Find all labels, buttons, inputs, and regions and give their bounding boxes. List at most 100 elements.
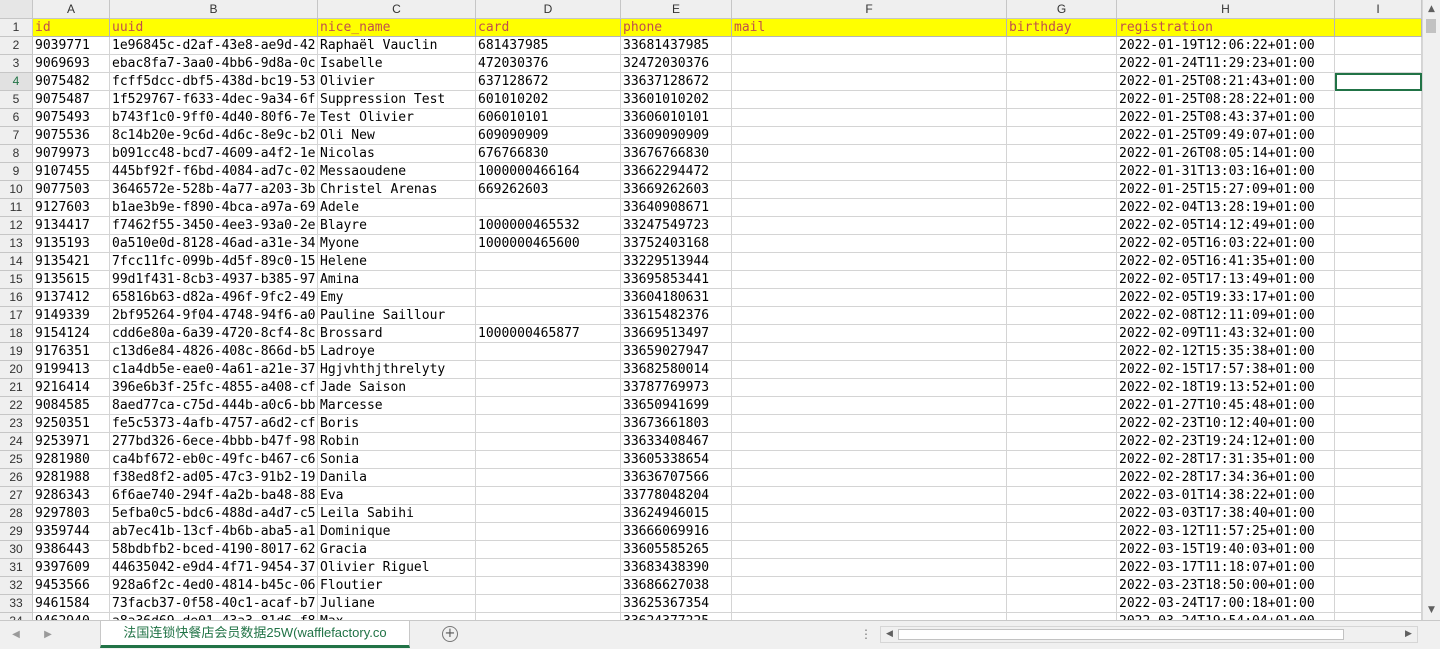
table-cell[interactable]: Raphaël Vauclin	[318, 37, 476, 55]
table-cell[interactable]	[1007, 181, 1117, 199]
table-cell[interactable]: 1000000465600	[476, 235, 621, 253]
table-cell[interactable]: 33637128672	[621, 73, 732, 91]
table-cell[interactable]: 33633408467	[621, 433, 732, 451]
table-cell[interactable]	[1007, 37, 1117, 55]
table-cell[interactable]: Olivier Riguel	[318, 559, 476, 577]
table-cell[interactable]: 33787769973	[621, 379, 732, 397]
table-cell[interactable]: 9453566	[33, 577, 110, 595]
table-cell[interactable]	[1335, 235, 1422, 253]
table-cell[interactable]	[1335, 271, 1422, 289]
row-number[interactable]: 13	[0, 235, 33, 253]
table-cell[interactable]	[1007, 595, 1117, 613]
table-cell[interactable]	[1007, 505, 1117, 523]
table-cell[interactable]: Adele	[318, 199, 476, 217]
row-number[interactable]: 33	[0, 595, 33, 613]
table-cell[interactable]	[1335, 541, 1422, 559]
table-cell[interactable]: a8a36d69-de01-43a3-81d6-f8	[110, 613, 318, 620]
row-number[interactable]: 18	[0, 325, 33, 343]
table-cell[interactable]: 2022-02-05T16:03:22+01:00	[1117, 235, 1335, 253]
table-cell[interactable]	[732, 343, 1007, 361]
field-header-f[interactable]: mail	[732, 19, 1007, 37]
table-cell[interactable]	[1335, 487, 1422, 505]
row-number[interactable]: 31	[0, 559, 33, 577]
table-cell[interactable]: 3646572e-528b-4a77-a203-3b	[110, 181, 318, 199]
table-cell[interactable]: 8c14b20e-9c6d-4d6c-8e9c-b2	[110, 127, 318, 145]
table-cell[interactable]	[1335, 523, 1422, 541]
table-cell[interactable]: 9250351	[33, 415, 110, 433]
table-cell[interactable]: 9137412	[33, 289, 110, 307]
table-cell[interactable]	[1335, 199, 1422, 217]
table-cell[interactable]: 2022-02-28T17:34:36+01:00	[1117, 469, 1335, 487]
table-cell[interactable]	[476, 469, 621, 487]
column-header-d[interactable]: D	[476, 0, 621, 19]
table-cell[interactable]: 2022-03-01T14:38:22+01:00	[1117, 487, 1335, 505]
table-cell[interactable]	[1335, 91, 1422, 109]
table-cell[interactable]	[1335, 505, 1422, 523]
table-cell[interactable]: 9397609	[33, 559, 110, 577]
row-number[interactable]: 22	[0, 397, 33, 415]
table-cell[interactable]: 601010202	[476, 91, 621, 109]
table-cell[interactable]	[476, 541, 621, 559]
table-cell[interactable]	[476, 307, 621, 325]
table-cell[interactable]	[1007, 577, 1117, 595]
table-cell[interactable]: 33601010202	[621, 91, 732, 109]
table-cell[interactable]: fcff5dcc-dbf5-438d-bc19-53	[110, 73, 318, 91]
table-cell[interactable]	[1007, 127, 1117, 145]
table-cell[interactable]: 9154124	[33, 325, 110, 343]
table-cell[interactable]: Nicolas	[318, 145, 476, 163]
table-cell[interactable]: 33681437985	[621, 37, 732, 55]
table-cell[interactable]	[1335, 73, 1422, 91]
table-cell[interactable]: 33624377225	[621, 613, 732, 620]
sheet-tab-active[interactable]: 法国连锁快餐店会员数据25W(wafflefactory.co	[100, 621, 410, 648]
table-cell[interactable]: c13d6e84-4826-408c-866d-b5	[110, 343, 318, 361]
table-cell[interactable]: Blayre	[318, 217, 476, 235]
table-cell[interactable]: 669262603	[476, 181, 621, 199]
table-cell[interactable]	[732, 613, 1007, 620]
table-cell[interactable]	[732, 91, 1007, 109]
table-cell[interactable]: Oli New	[318, 127, 476, 145]
table-cell[interactable]: 1e96845c-d2af-43e8-ae9d-42	[110, 37, 318, 55]
field-header-c[interactable]: nice_name	[318, 19, 476, 37]
table-cell[interactable]	[732, 55, 1007, 73]
table-cell[interactable]: 9176351	[33, 343, 110, 361]
table-cell[interactable]: 9286343	[33, 487, 110, 505]
table-cell[interactable]: 2022-01-25T08:43:37+01:00	[1117, 109, 1335, 127]
column-header-c[interactable]: C	[318, 0, 476, 19]
table-cell[interactable]	[1335, 433, 1422, 451]
table-cell[interactable]	[1335, 181, 1422, 199]
table-cell[interactable]	[476, 577, 621, 595]
table-cell[interactable]: ebac8fa7-3aa0-4bb6-9d8a-0c	[110, 55, 318, 73]
table-cell[interactable]: 445bf92f-f6bd-4084-ad7c-02	[110, 163, 318, 181]
table-cell[interactable]: 2022-01-25T08:21:43+01:00	[1117, 73, 1335, 91]
table-cell[interactable]	[1007, 55, 1117, 73]
table-cell[interactable]	[1335, 559, 1422, 577]
table-cell[interactable]	[732, 541, 1007, 559]
table-cell[interactable]	[476, 199, 621, 217]
row-number[interactable]: 20	[0, 361, 33, 379]
table-cell[interactable]	[1007, 451, 1117, 469]
table-cell[interactable]: 676766830	[476, 145, 621, 163]
table-cell[interactable]: 33605338654	[621, 451, 732, 469]
table-cell[interactable]: 9069693	[33, 55, 110, 73]
row-number[interactable]: 7	[0, 127, 33, 145]
table-cell[interactable]: 9199413	[33, 361, 110, 379]
row-number[interactable]: 3	[0, 55, 33, 73]
table-cell[interactable]: 9075482	[33, 73, 110, 91]
table-cell[interactable]: Floutier	[318, 577, 476, 595]
table-cell[interactable]: Amina	[318, 271, 476, 289]
table-cell[interactable]	[1335, 415, 1422, 433]
column-header-g[interactable]: G	[1007, 0, 1117, 19]
table-cell[interactable]	[1335, 289, 1422, 307]
table-cell[interactable]	[1335, 451, 1422, 469]
table-cell[interactable]	[1007, 523, 1117, 541]
table-cell[interactable]	[1335, 307, 1422, 325]
table-cell[interactable]: 44635042-e9d4-4f71-9454-37	[110, 559, 318, 577]
table-cell[interactable]: 9079973	[33, 145, 110, 163]
scroll-right-arrow-icon[interactable]: ▶	[1401, 627, 1416, 642]
table-cell[interactable]: 1f529767-f633-4dec-9a34-6f	[110, 91, 318, 109]
table-cell[interactable]: 2022-02-18T19:13:52+01:00	[1117, 379, 1335, 397]
table-cell[interactable]: 73facb37-0f58-40c1-acaf-b7	[110, 595, 318, 613]
table-cell[interactable]: 33686627038	[621, 577, 732, 595]
table-cell[interactable]: 2022-03-24T17:00:18+01:00	[1117, 595, 1335, 613]
table-cell[interactable]	[732, 253, 1007, 271]
